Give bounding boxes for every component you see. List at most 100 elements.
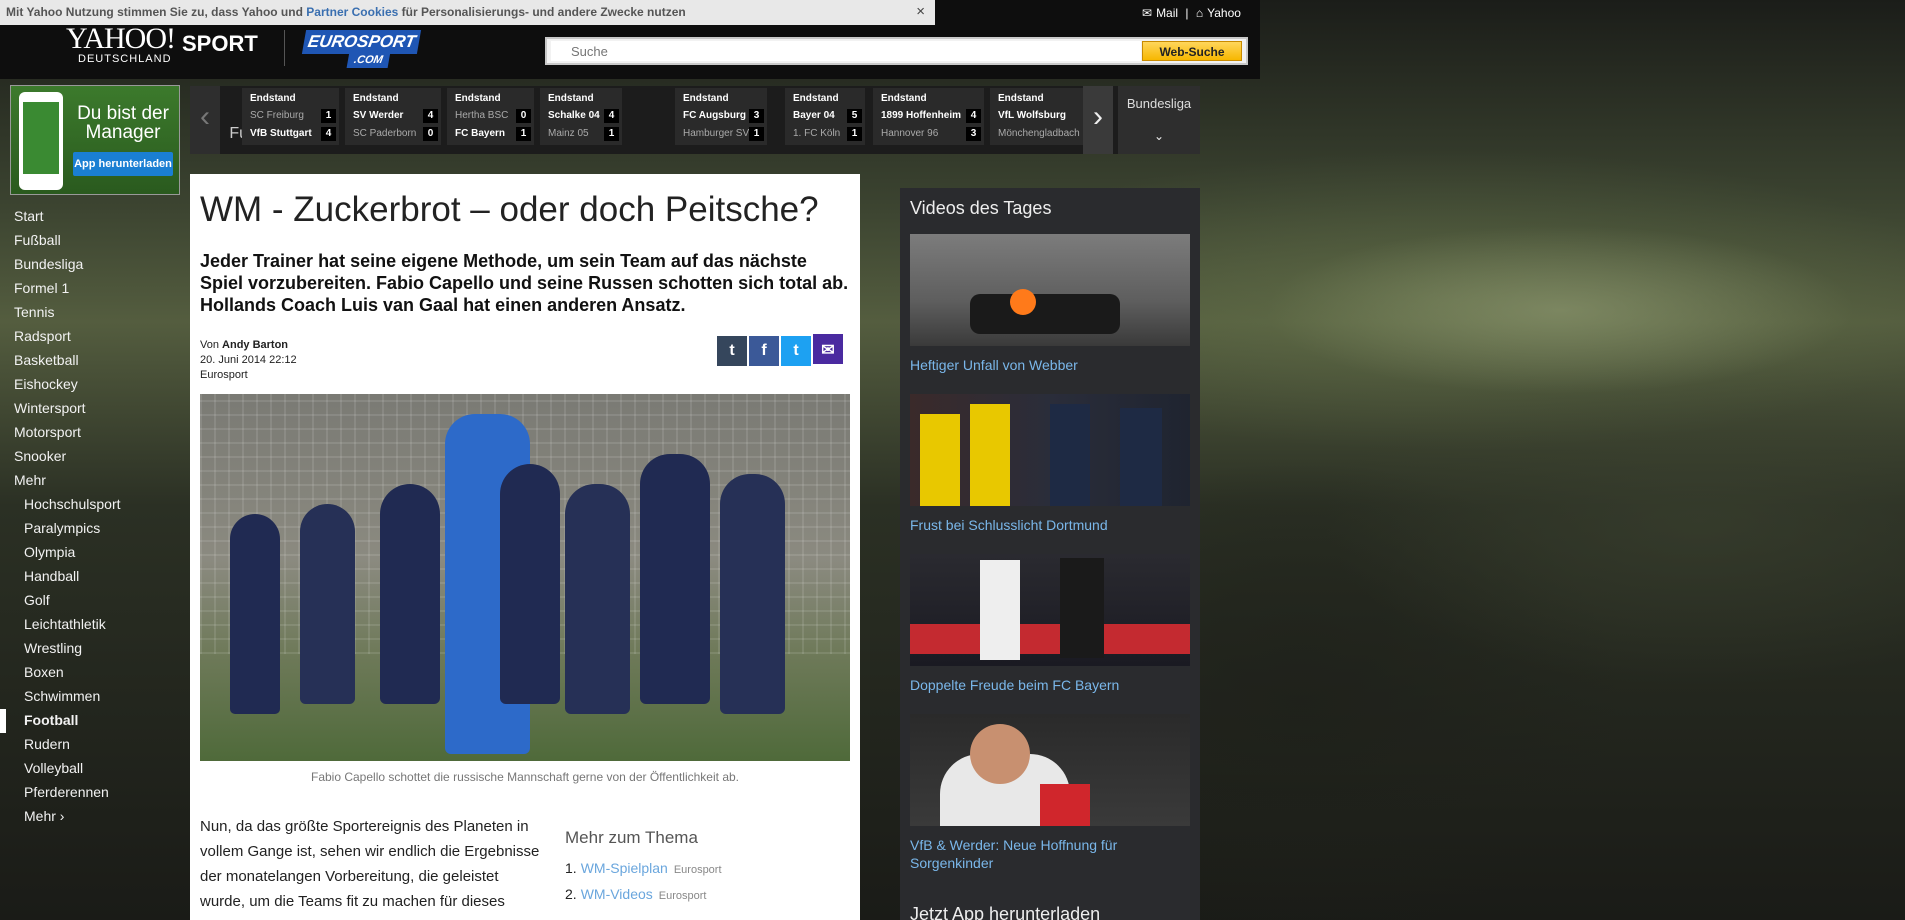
- sidebar-item[interactable]: Formel 1: [0, 277, 185, 301]
- cookie-partner-link[interactable]: Partner Cookies: [306, 5, 398, 19]
- video-item[interactable]: Doppelte Freude beim FC Bayern: [910, 554, 1190, 694]
- sidebar-subitem[interactable]: Olympia: [0, 541, 185, 565]
- related-link[interactable]: WM-Videos: [581, 886, 653, 902]
- article-source: Eurosport: [200, 369, 248, 381]
- sidebar-item[interactable]: Start: [0, 205, 185, 229]
- score-card[interactable]: Endstand Bayer 04 1. FC Köln 5 1: [785, 88, 865, 145]
- home-team: Hertha BSC: [455, 110, 509, 121]
- web-search-button[interactable]: Web-Suche: [1142, 41, 1242, 61]
- away-score: 1: [847, 127, 862, 141]
- score-card[interactable]: Endstand SV Werder SC Paderborn 4 0: [345, 88, 441, 145]
- byline-prefix: Von: [200, 339, 223, 351]
- author-link[interactable]: Andy Barton: [222, 339, 288, 351]
- sidebar-subitem[interactable]: Mehr ›: [0, 805, 185, 829]
- sidebar-item[interactable]: Mehr: [0, 469, 185, 493]
- top-links: ✉ Mail | ⌂ Yahoo: [1140, 6, 1243, 20]
- sidebar-item[interactable]: Eishockey: [0, 373, 185, 397]
- facebook-icon[interactable]: f: [749, 336, 779, 366]
- sidebar-subitem[interactable]: Golf: [0, 589, 185, 613]
- manager-app-ad[interactable]: Du bist der Manager App herunterladen: [10, 85, 180, 195]
- close-icon[interactable]: ×: [916, 3, 925, 20]
- twitter-icon[interactable]: t: [781, 336, 811, 366]
- game-status: Endstand: [881, 93, 927, 104]
- search-input[interactable]: [551, 41, 1141, 61]
- sidebar-subitem[interactable]: Paralympics: [0, 517, 185, 541]
- sidebar-item[interactable]: Wintersport: [0, 397, 185, 421]
- related-link[interactable]: WM-Spielplan: [581, 860, 668, 876]
- app-download-heading: Jetzt App herunterladen: [910, 904, 1101, 920]
- sidebar-item[interactable]: Bundesliga: [0, 253, 185, 277]
- video-title[interactable]: VfB & Werder: Neue Hoffnung für Sorgenki…: [910, 836, 1190, 872]
- away-team: Hannover 96: [881, 128, 939, 139]
- home-score: 0: [516, 109, 531, 123]
- away-team: Hamburger SV: [683, 128, 750, 139]
- game-status: Endstand: [793, 93, 839, 104]
- photo-caption: Fabio Capello schottet die russische Man…: [310, 770, 739, 784]
- video-item[interactable]: Heftiger Unfall von Webber: [910, 234, 1190, 374]
- sport-logo[interactable]: SPORT: [182, 31, 258, 57]
- home-score: 3: [749, 109, 764, 123]
- scores-bar: ‹ ⚽ Fußball EndstandSC FreiburgVfB Stutt…: [190, 86, 1200, 154]
- scores-next-arrow[interactable]: ›: [1083, 86, 1113, 154]
- video-thumbnail[interactable]: [910, 234, 1190, 346]
- home-team: SV Werder: [353, 110, 404, 121]
- home-score: 1: [321, 109, 336, 123]
- score-card[interactable]: Endstand Schalke 04 Mainz 05 4 1: [540, 88, 622, 145]
- home-score: 4: [423, 109, 438, 123]
- video-thumbnail[interactable]: [910, 554, 1190, 666]
- article-lead: Jeder Trainer hat seine eigene Methode, …: [200, 251, 849, 315]
- sidebar-subitem[interactable]: Leichtathletik: [0, 613, 185, 637]
- related-item: 2. WM-Videos Eurosport: [565, 886, 707, 902]
- away-score: 3: [966, 127, 981, 141]
- away-team: FC Bayern: [455, 128, 506, 139]
- game-status: Endstand: [548, 93, 594, 104]
- sidebar-subitem[interactable]: Boxen: [0, 661, 185, 685]
- score-card[interactable]: Endstand FC Augsburg Hamburger SV 3 1: [675, 88, 767, 145]
- sidebar-subitem[interactable]: Volleyball: [0, 757, 185, 781]
- region-label: DEUTSCHLAND: [78, 53, 172, 65]
- away-score: 1: [604, 127, 619, 141]
- sidebar-subitem[interactable]: Schwimmen: [0, 685, 185, 709]
- sidebar-subitem[interactable]: Hochschulsport: [0, 493, 185, 517]
- away-score: 1: [516, 127, 531, 141]
- video-thumbnail[interactable]: [910, 394, 1190, 506]
- video-item[interactable]: VfB & Werder: Neue Hoffnung für Sorgenki…: [910, 714, 1190, 872]
- yahoo-logo[interactable]: YAHOO!: [66, 22, 176, 56]
- home-icon[interactable]: ⌂: [1196, 6, 1203, 20]
- tumblr-icon[interactable]: t: [717, 336, 747, 366]
- video-title[interactable]: Doppelte Freude beim FC Bayern: [910, 676, 1190, 694]
- app-download-button[interactable]: App herunterladen: [73, 152, 173, 176]
- sidebar-subitem[interactable]: Pferderennen: [0, 781, 185, 805]
- sidebar-subitem[interactable]: Wrestling: [0, 637, 185, 661]
- sidebar-nav: Start Fußball Bundesliga Formel 1 Tennis Rads…: [0, 205, 185, 829]
- video-title[interactable]: Heftiger Unfall von Webber: [910, 356, 1190, 374]
- mail-link[interactable]: Mail: [1156, 6, 1178, 20]
- yahoo-link[interactable]: Yahoo: [1207, 6, 1241, 20]
- sidebar-item[interactable]: Snooker: [0, 445, 185, 469]
- eurosport-logo[interactable]: EUROSPORT .COM: [301, 30, 422, 74]
- sidebar-subitem[interactable]: Rudern: [0, 733, 185, 757]
- video-thumbnail[interactable]: [910, 714, 1190, 826]
- score-card[interactable]: Endstand Hertha BSC FC Bayern 0 1: [447, 88, 534, 145]
- sidebar-item[interactable]: Radsport: [0, 325, 185, 349]
- video-item[interactable]: Frust bei Schlusslicht Dortmund: [910, 394, 1190, 534]
- sidebar-item[interactable]: Basketball: [0, 349, 185, 373]
- mail-icon[interactable]: ✉: [1142, 6, 1152, 20]
- away-score: 1: [749, 127, 764, 141]
- league-selector[interactable]: Bundesliga ⌄: [1118, 86, 1200, 154]
- sidebar-subitem[interactable]: Football: [0, 709, 185, 733]
- sidebar-item[interactable]: Tennis: [0, 301, 185, 325]
- cookie-text-b: für Personalisierungs- und andere Zwecke…: [398, 5, 686, 19]
- score-card[interactable]: Endstand SC Freiburg VfB Stuttgart 1 4: [242, 88, 339, 145]
- away-score: 0: [423, 127, 438, 141]
- away-team: VfB Stuttgart: [250, 128, 312, 139]
- sidebar-item[interactable]: Motorsport: [0, 421, 185, 445]
- mail-share-icon[interactable]: ✉: [813, 334, 843, 364]
- league-label: Bundesliga: [1126, 96, 1192, 111]
- score-card[interactable]: Endstand 1899 Hoffenheim Hannover 96 4 3: [873, 88, 984, 145]
- sidebar-item[interactable]: Fußball: [0, 229, 185, 253]
- video-title[interactable]: Frust bei Schlusslicht Dortmund: [910, 516, 1190, 534]
- scores-prev-arrow[interactable]: ‹: [190, 86, 220, 154]
- sidebar-subitem[interactable]: Handball: [0, 565, 185, 589]
- score-card[interactable]: Endstand VfL Wolfsburg Mönchengladbach: [990, 88, 1083, 145]
